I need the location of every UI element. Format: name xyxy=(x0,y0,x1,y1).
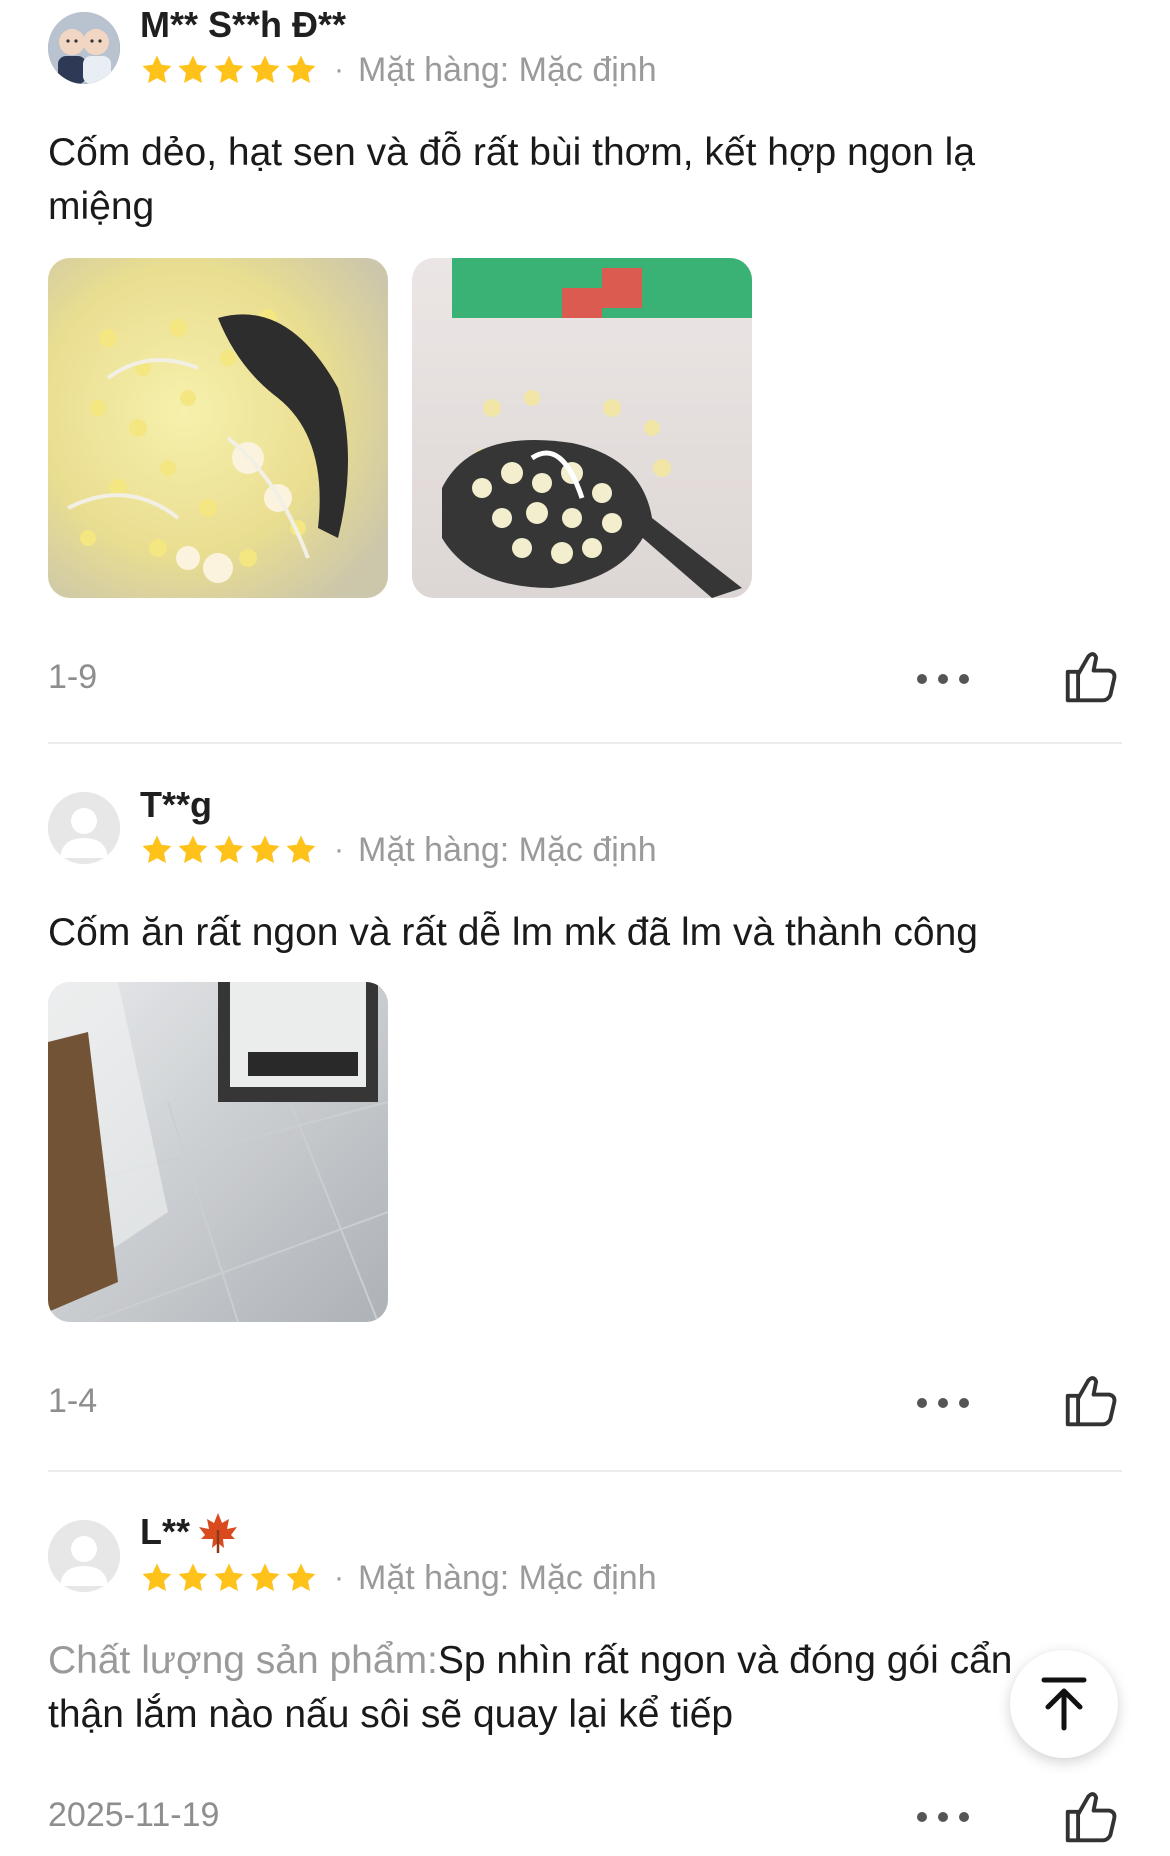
rating-row: · Mặt hàng: Mặc định xyxy=(140,1556,657,1600)
username: T**g xyxy=(140,784,212,826)
star-icon xyxy=(250,1563,280,1592)
review-photo[interactable] xyxy=(48,982,388,1322)
thumbs-up-icon xyxy=(1065,652,1117,703)
separator-dot: · xyxy=(334,833,344,866)
more-dots-icon xyxy=(917,1812,969,1822)
star-icon xyxy=(178,835,208,864)
user-avatar[interactable] xyxy=(48,1520,120,1592)
food-photo-spoonful xyxy=(412,258,752,598)
variant-label: Mặt hàng: Mặc định xyxy=(358,830,657,869)
star-rating xyxy=(140,833,318,867)
star-icon xyxy=(250,55,280,84)
star-icon xyxy=(214,1563,244,1592)
user-avatar[interactable] xyxy=(48,792,120,864)
star-icon xyxy=(286,55,316,84)
review-text: Cốm ăn rất ngon và rất dễ lm mk đã lm và… xyxy=(48,911,978,954)
username-text: M** S**h Đ** xyxy=(140,4,347,45)
default-user-icon xyxy=(48,792,120,864)
review-card: T**g · Mặt hàng: Mặc định Cốm ăn rất ngo… xyxy=(48,780,1122,1427)
separator-dot: · xyxy=(334,1561,344,1594)
star-icon xyxy=(286,835,316,864)
thumbs-up-icon xyxy=(1065,1376,1117,1427)
username-text: T**g xyxy=(140,784,212,825)
maple-leaf-icon xyxy=(199,1513,238,1553)
review-divider xyxy=(48,742,1122,744)
star-icon xyxy=(214,55,244,84)
baby-photo-avatar-icon xyxy=(48,12,120,84)
like-button[interactable] xyxy=(1060,1370,1122,1432)
star-rating xyxy=(140,1561,318,1595)
username: L** xyxy=(140,1510,240,1554)
like-button[interactable] xyxy=(1060,1786,1122,1848)
star-icon xyxy=(178,1563,208,1592)
variant-label: Mặt hàng: Mặc định xyxy=(358,50,657,89)
review-date: 1-9 xyxy=(48,658,98,696)
review-date: 1-4 xyxy=(48,1382,98,1420)
review-photo[interactable] xyxy=(48,258,388,598)
star-icon xyxy=(142,1563,172,1592)
thumbs-up-icon xyxy=(1065,1792,1117,1843)
star-icon xyxy=(214,835,244,864)
like-button[interactable] xyxy=(1060,646,1122,708)
more-dots-icon xyxy=(917,674,969,684)
star-icon xyxy=(178,55,208,84)
floor-photo xyxy=(48,982,388,1322)
review-date: 2025-11-19 xyxy=(48,1796,220,1834)
more-dots-icon xyxy=(917,1398,969,1408)
more-options-button[interactable] xyxy=(908,1802,978,1832)
rating-row: · Mặt hàng: Mặc định xyxy=(140,48,657,92)
review-card: L** · Mặt hàng: Mặc định Chất lượng sản … xyxy=(48,1506,1122,1856)
default-user-icon xyxy=(48,1520,120,1592)
review-text: Cốm dẻo, hạt sen và đỗ rất bùi thơm, kết… xyxy=(48,131,976,228)
variant-label: Mặt hàng: Mặc định xyxy=(358,1558,657,1597)
username: M** S**h Đ** xyxy=(140,4,346,46)
username-text: L** xyxy=(140,1511,191,1552)
star-rating xyxy=(140,53,318,87)
more-options-button[interactable] xyxy=(908,1388,978,1418)
star-icon xyxy=(142,55,172,84)
separator-dot: · xyxy=(334,53,344,86)
arrow-up-to-top-icon xyxy=(1041,1677,1087,1731)
star-icon xyxy=(250,835,280,864)
star-icon xyxy=(286,1563,316,1592)
scroll-to-top-button[interactable] xyxy=(1010,1650,1118,1758)
star-icon xyxy=(142,835,172,864)
user-avatar[interactable] xyxy=(48,12,120,84)
review-text-prefix: Chất lượng sản phẩm: xyxy=(48,1639,438,1682)
food-photo-bag-spoon xyxy=(48,258,388,598)
rating-row: · Mặt hàng: Mặc định xyxy=(140,828,657,872)
more-options-button[interactable] xyxy=(908,664,978,694)
review-photo[interactable] xyxy=(412,258,752,598)
review-card: M** S**h Đ** · Mặt hàng: Mặc định Cốm dẻ… xyxy=(48,0,1122,703)
review-divider xyxy=(48,1470,1122,1472)
review-text: Chất lượng sản phẩm:Sp nhìn rất ngon và … xyxy=(48,1634,1078,1742)
